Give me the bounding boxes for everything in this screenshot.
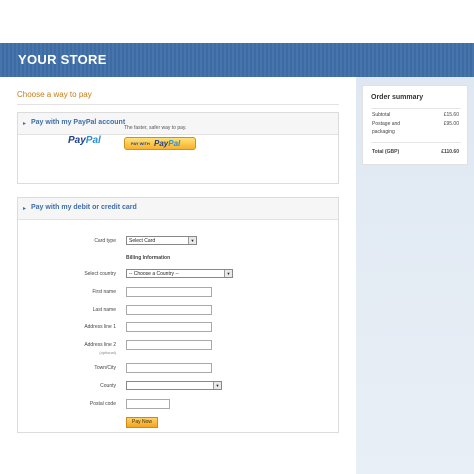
address1-label: Address line 1 [84,324,116,330]
summary-divider [371,142,461,143]
postage-label-line1: Postage and [372,121,401,127]
subtotal-value: £15.60 [443,112,459,118]
card-panel: ▸ Pay with my debit or credit card [17,197,339,433]
chevron-down-icon: ▼ [224,270,232,277]
order-summary-box: Order summary Subtotal £15.60 Postage an… [362,85,468,165]
card-panel-title: Pay with my debit or credit card [31,204,137,211]
postage-value: £95.00 [443,121,459,127]
store-header: YOUR STORE [0,43,474,77]
country-label: Select country [84,271,116,277]
first-name-field[interactable] [126,287,212,297]
town-label: Town/City [94,365,116,371]
last-name-field[interactable] [126,305,212,315]
paypal-logo: PayPal [68,135,101,146]
order-summary-title: Order summary [371,94,424,101]
chevron-right-icon: ▸ [23,206,27,212]
address2-field[interactable] [126,340,212,350]
postage-label-line2: packaging [372,129,395,135]
paypal-tagline: The faster, safer way to pay. [124,125,187,131]
paypal-logo-pal: Pal [85,135,101,146]
card-type-select[interactable]: Select Card ▼ [126,236,197,245]
paypal-panel: ▸ Pay with my PayPal account PayPal The … [17,112,339,184]
billing-info-heading: Billing Information [126,255,171,261]
total-label: Total (GBP) [372,149,400,155]
first-name-label: First name [92,289,116,295]
address1-field[interactable] [126,322,212,332]
store-name: YOUR STORE [18,52,107,67]
chevron-down-icon: ▼ [213,382,221,389]
choose-payment-title: Choose a way to pay [17,90,92,99]
pay-with-paypal-button[interactable]: PAY WITH PayPal [124,137,196,150]
summary-divider [371,108,461,109]
last-name-label: Last name [92,307,116,313]
subtotal-label: Subtotal [372,112,391,118]
paypal-button-pay: Pay [154,139,169,148]
postal-code-field[interactable] [126,399,170,409]
paypal-button-pal: Pal [168,139,181,148]
country-value: -- Choose a Country -- [129,271,179,277]
card-panel-header[interactable]: ▸ Pay with my debit or credit card [18,198,338,220]
chevron-right-icon: ▸ [23,121,27,127]
card-type-value: Select Card [129,238,156,244]
town-field[interactable] [126,363,212,373]
country-select[interactable]: -- Choose a Country -- ▼ [126,269,233,278]
county-select[interactable]: ▼ [126,381,222,390]
paypal-panel-header[interactable]: ▸ Pay with my PayPal account [18,113,338,135]
postal-code-label: Postal code [89,401,116,407]
chevron-down-icon: ▼ [188,237,196,244]
title-divider [17,104,339,105]
card-type-label: Card type [94,238,116,244]
address2-label: Address line 2 [84,342,116,348]
total-value: £110.60 [441,149,459,155]
paypal-button-prefix: PAY WITH [131,141,150,146]
address2-optional-note: (optional) [99,350,116,355]
paypal-logo-pay: Pay [68,135,86,146]
county-label: County [100,383,116,389]
pay-now-button[interactable]: Pay Now [126,417,158,428]
paypal-button-logo: PayPal [154,139,180,148]
paypal-panel-title: Pay with my PayPal account [31,119,126,126]
